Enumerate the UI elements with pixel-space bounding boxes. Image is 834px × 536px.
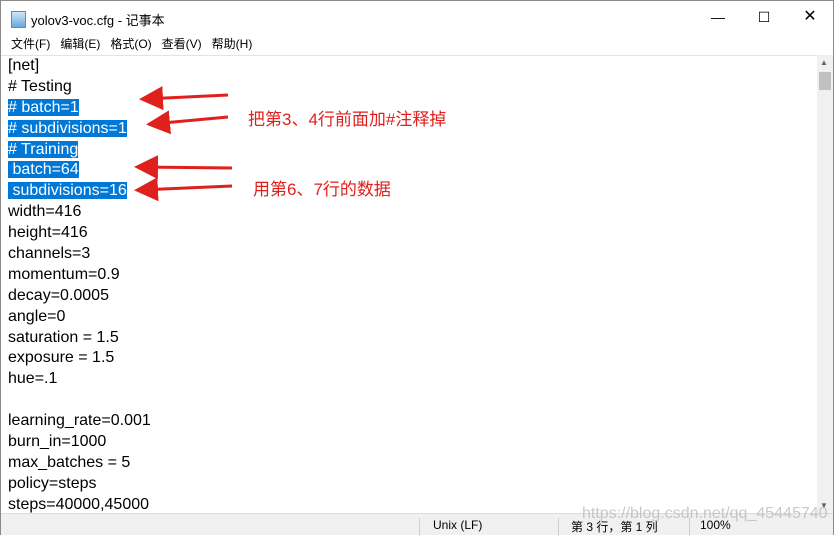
arrow-line6 bbox=[134, 155, 233, 180]
watermark: https://blog.csdn.net/qq_45445740 bbox=[582, 505, 828, 522]
arrow-line4 bbox=[146, 110, 229, 135]
annotation-comment-out: 把第3、4行前面加#注释掉 bbox=[248, 110, 447, 129]
annotation-arrows bbox=[134, 86, 233, 202]
annotation-use-lines: 用第6、7行的数据 bbox=[253, 180, 391, 199]
arrow-line3 bbox=[139, 86, 229, 111]
arrow-line7 bbox=[134, 177, 233, 202]
